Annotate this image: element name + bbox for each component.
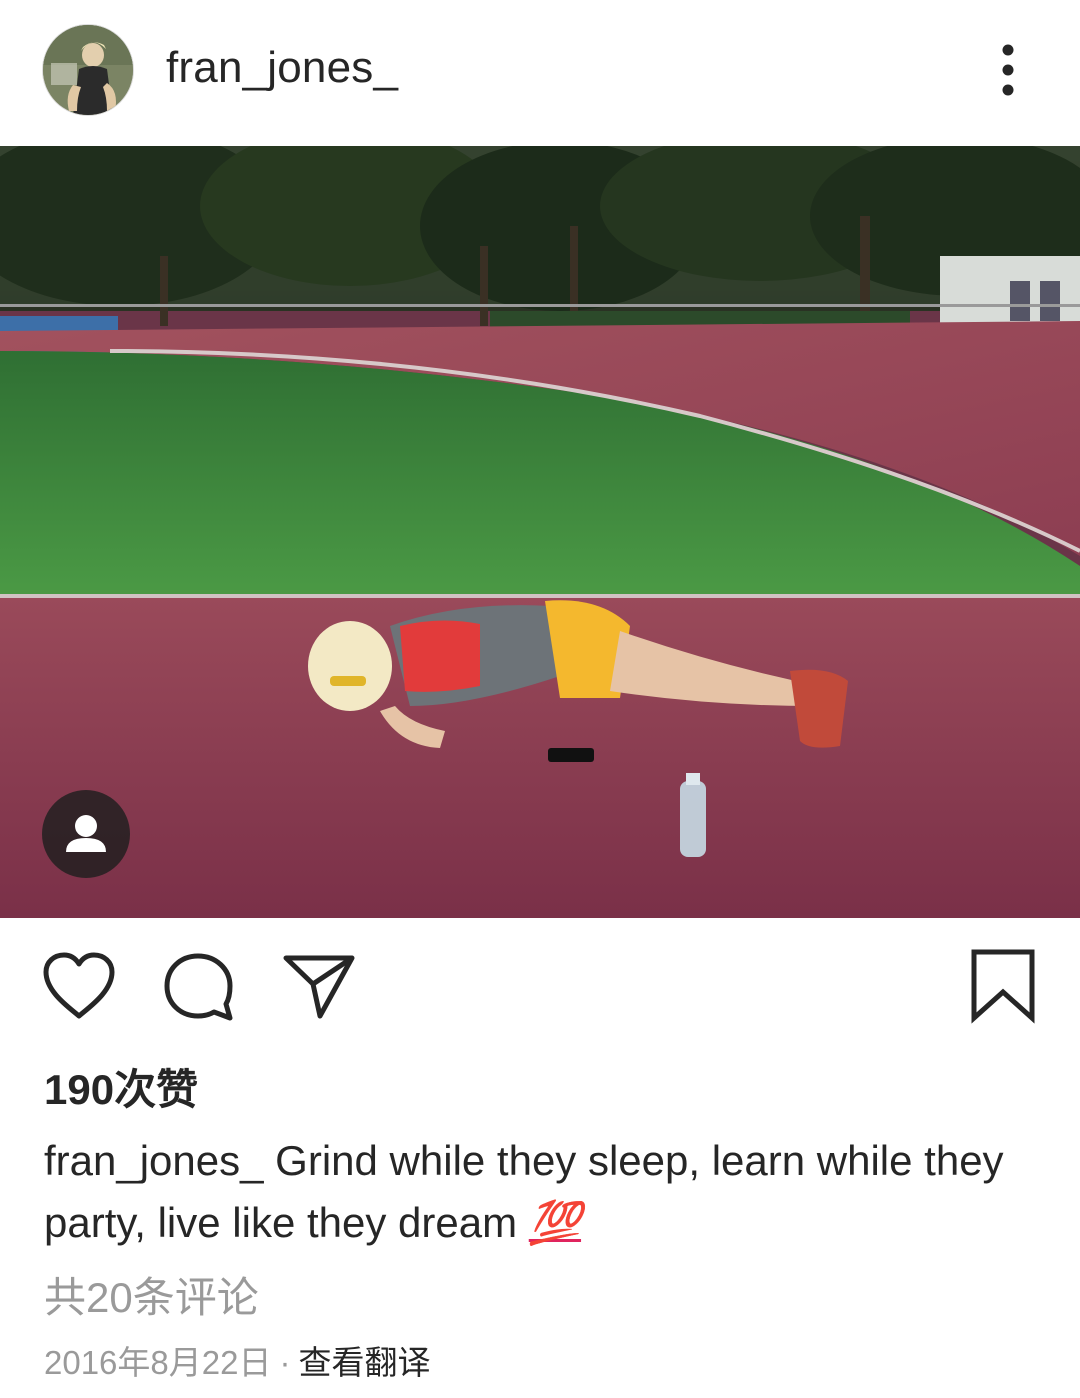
person-tag-icon xyxy=(66,815,106,852)
post-meta: 2016年8月22日 · 查看翻译 xyxy=(44,1340,430,1386)
bookmark-icon xyxy=(971,949,1035,1024)
likes-count[interactable]: 190次赞 xyxy=(44,1062,198,1118)
more-vertical-icon xyxy=(1002,44,1014,96)
tag-people-button[interactable] xyxy=(42,790,130,878)
avatar[interactable] xyxy=(42,24,134,116)
caption-username[interactable]: fran_jones_ xyxy=(44,1137,264,1184)
post-username[interactable]: fran_jones_ xyxy=(166,40,398,96)
see-translation-link[interactable]: 查看翻译 xyxy=(298,1344,430,1381)
post-date: 2016年8月22日 xyxy=(44,1344,272,1381)
hundred-points-icon: 💯 xyxy=(528,1199,582,1246)
comment-bubble-icon xyxy=(164,953,233,1021)
view-comments-link[interactable]: 共20条评论 xyxy=(44,1270,259,1326)
more-options-button[interactable] xyxy=(984,38,1032,102)
caption: fran_jones_ Grind while they sleep, lear… xyxy=(44,1130,1044,1254)
heart-icon xyxy=(43,952,115,1019)
avatar-image xyxy=(43,25,133,115)
save-button[interactable] xyxy=(968,948,1038,1024)
post-photo[interactable] xyxy=(0,146,1080,918)
share-button[interactable] xyxy=(280,950,358,1024)
like-button[interactable] xyxy=(40,950,118,1024)
post-header: fran_jones_ xyxy=(0,0,1080,146)
comment-button[interactable] xyxy=(160,950,238,1024)
post-photo-image xyxy=(0,146,1080,918)
separator-dot: · xyxy=(279,1344,291,1381)
paper-plane-icon xyxy=(283,955,355,1019)
